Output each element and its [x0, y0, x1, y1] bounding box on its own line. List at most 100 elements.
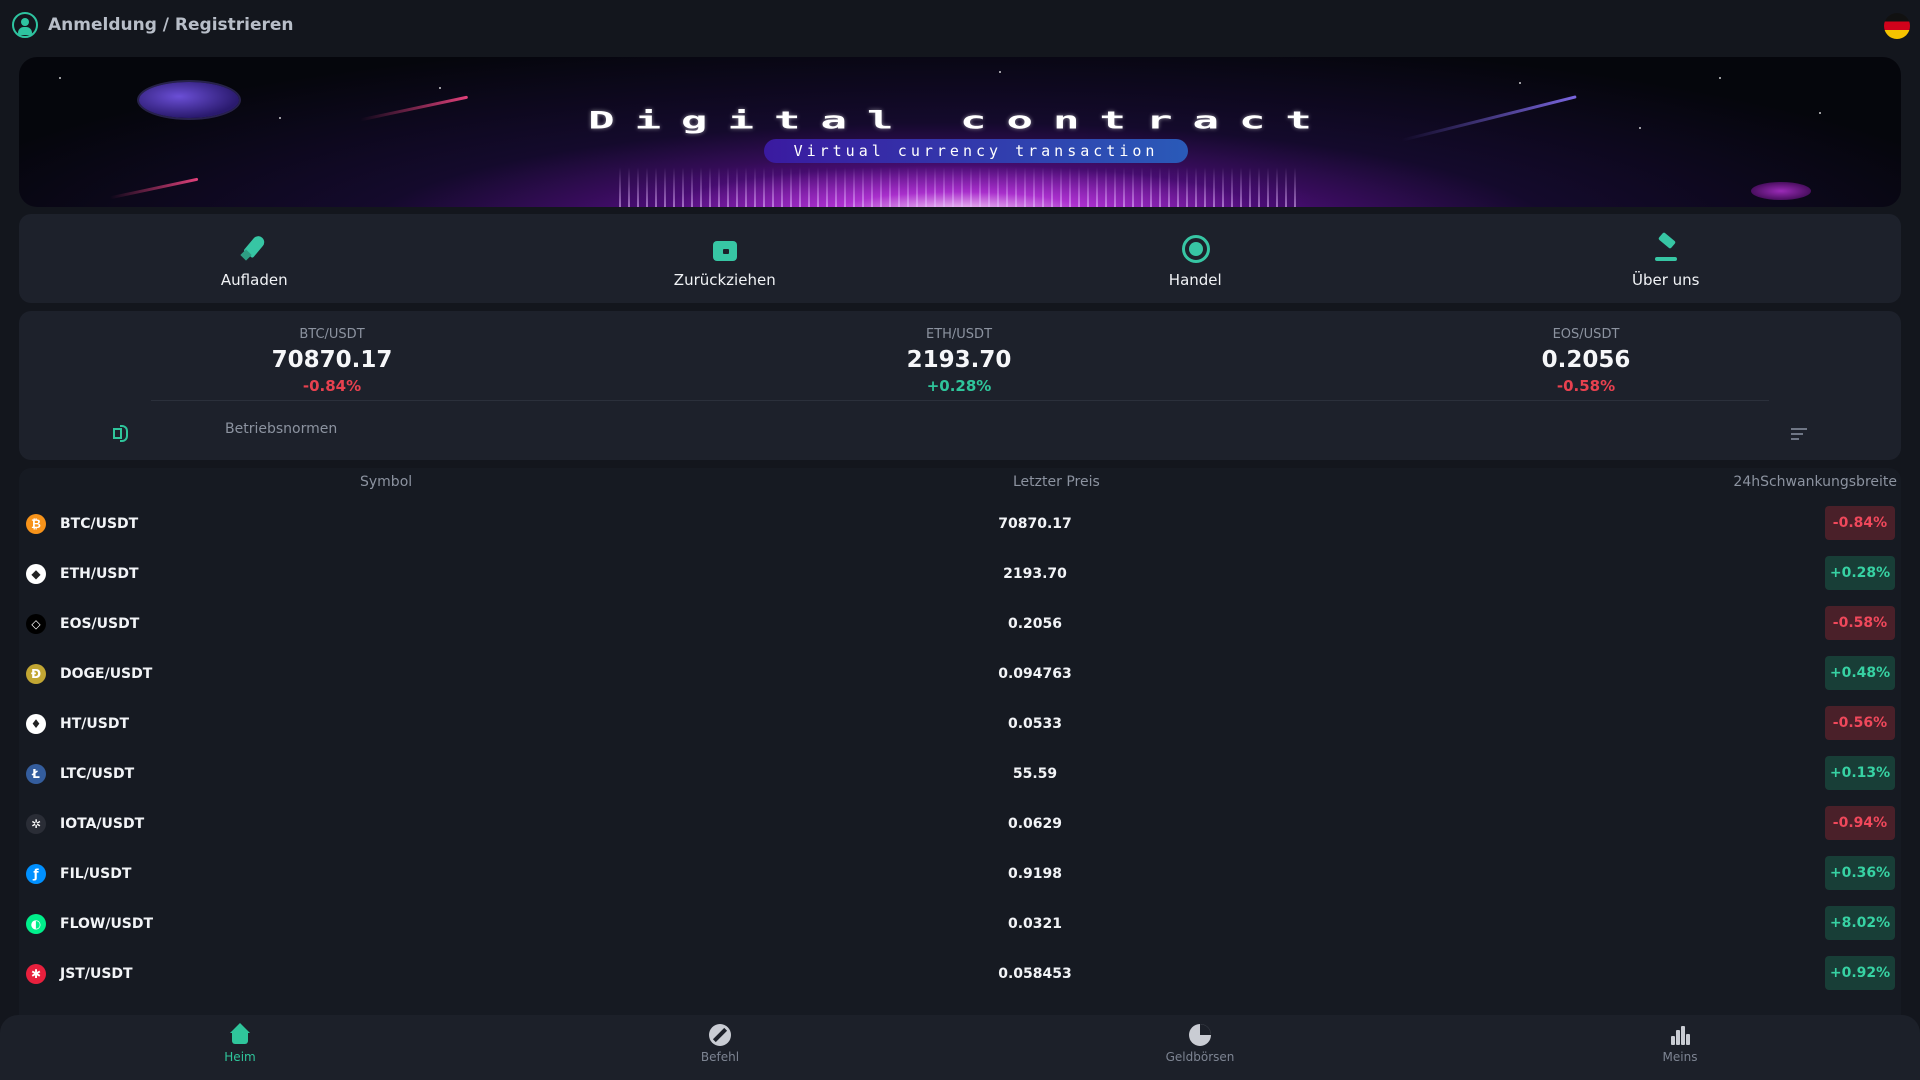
- quick-trade[interactable]: Handel: [960, 214, 1431, 303]
- quick-withdraw-label: Zurückziehen: [673, 270, 776, 289]
- ticker-price: 2193.70: [906, 347, 1012, 373]
- ticker-change: +0.28%: [926, 377, 992, 395]
- row-change-badge: +0.13%: [1825, 756, 1895, 790]
- row-price: 0.9198: [1007, 866, 1063, 882]
- user-avatar-icon[interactable]: [12, 12, 38, 38]
- ticker-item-eos[interactable]: EOS/USDT 0.2056 -0.58%: [1436, 321, 1736, 397]
- row-change-badge: +8.02%: [1825, 906, 1895, 940]
- top-header: Anmeldung / Registrieren: [0, 0, 1920, 50]
- ticker-card: BTC/USDT 70870.17 -0.84% ETH/USDT 2193.7…: [19, 311, 1901, 460]
- row-change-badge: -0.84%: [1825, 506, 1895, 540]
- market-table: Symbol Letzter Preis 24hSchwankungsbreit…: [19, 468, 1901, 1028]
- coin-icon: ₿: [26, 514, 46, 534]
- table-header: Symbol Letzter Preis 24hSchwankungsbreit…: [19, 468, 1901, 498]
- pie-chart-icon: [1188, 1023, 1212, 1047]
- coin-icon: ◇: [26, 614, 46, 634]
- table-row[interactable]: ✲ IOTA/USDT 0.0629 -0.94%: [19, 798, 1901, 848]
- row-price: 0.0629: [1007, 816, 1063, 832]
- row-price: 0.094763: [998, 666, 1072, 682]
- table-row[interactable]: ₿ BTC/USDT 70870.17 -0.84%: [19, 498, 1901, 548]
- column-header-change: 24hSchwankungsbreite: [1733, 474, 1897, 490]
- row-change-badge: -0.94%: [1825, 806, 1895, 840]
- row-change-badge: -0.56%: [1825, 706, 1895, 740]
- coin-icon: ◐: [26, 914, 46, 934]
- table-row[interactable]: ◆ ETH/USDT 2193.70 +0.28%: [19, 548, 1901, 598]
- coin-icon: ✲: [26, 814, 46, 834]
- banner-subtitle-text: Virtual currency transaction: [793, 141, 1159, 160]
- row-symbol: EOS/USDT: [60, 616, 140, 632]
- row-symbol: IOTA/USDT: [60, 816, 145, 832]
- table-row[interactable]: Ð DOGE/USDT 0.094763 +0.48%: [19, 648, 1901, 698]
- quick-deposit-label: Aufladen: [220, 270, 288, 289]
- row-change-badge: +0.48%: [1825, 656, 1895, 690]
- coin-icon: Ł: [26, 764, 46, 784]
- nav-orders[interactable]: Befehl: [650, 1023, 790, 1064]
- row-price: 0.0321: [1007, 916, 1063, 932]
- row-symbol: ETH/USDT: [60, 566, 139, 582]
- table-row[interactable]: ◇ EOS/USDT 0.2056 -0.58%: [19, 598, 1901, 648]
- table-row[interactable]: Ł LTC/USDT 55.59 +0.13%: [19, 748, 1901, 798]
- coin-icon: ✱: [26, 964, 46, 984]
- notice-text[interactable]: Betriebsnormen: [225, 421, 337, 437]
- trade-icon: [1180, 233, 1211, 263]
- table-row[interactable]: ƒ FIL/USDT 0.9198 +0.36%: [19, 848, 1901, 898]
- column-header-price: Letzter Preis: [1013, 474, 1100, 490]
- promo-banner[interactable]: Digital contract Virtual currency transa…: [19, 57, 1901, 207]
- nav-wallet-label: Geldbörsen: [1165, 1050, 1235, 1064]
- nav-mine[interactable]: Meins: [1610, 1023, 1750, 1064]
- quick-about-label: Über uns: [1632, 270, 1700, 289]
- row-price: 0.2056: [1007, 616, 1063, 632]
- ticker-symbol: BTC/USDT: [299, 327, 365, 342]
- coin-icon: Ð: [26, 664, 46, 684]
- rocket-icon: [239, 233, 269, 263]
- home-icon: [228, 1023, 252, 1047]
- row-symbol: FIL/USDT: [60, 866, 132, 882]
- banner-subtitle: Virtual currency transaction: [764, 139, 1188, 163]
- row-price: 70870.17: [998, 516, 1072, 532]
- ticker-change: -0.84%: [302, 377, 362, 395]
- row-change-badge: +0.92%: [1825, 956, 1895, 990]
- german-flag-icon[interactable]: [1884, 13, 1910, 39]
- login-register-link[interactable]: Anmeldung / Registrieren: [48, 15, 294, 35]
- row-symbol: FLOW/USDT: [60, 916, 154, 932]
- quick-about[interactable]: Über uns: [1431, 214, 1902, 303]
- list-menu-icon[interactable]: [1791, 428, 1807, 440]
- row-symbol: LTC/USDT: [60, 766, 135, 782]
- table-row[interactable]: ✱ JST/USDT 0.058453 +0.92%: [19, 948, 1901, 998]
- quick-deposit[interactable]: Aufladen: [19, 214, 490, 303]
- planet-decoration: [1751, 182, 1811, 200]
- row-change-badge: +0.36%: [1825, 856, 1895, 890]
- nav-home[interactable]: Heim: [170, 1023, 310, 1064]
- coin-icon: ƒ: [26, 864, 46, 884]
- ticker-symbol: EOS/USDT: [1552, 327, 1620, 342]
- ticker-item-btc[interactable]: BTC/USDT 70870.17 -0.84%: [182, 321, 482, 397]
- table-row[interactable]: ◐ FLOW/USDT 0.0321 +8.02%: [19, 898, 1901, 948]
- coin-icon: ◆: [26, 564, 46, 584]
- quick-trade-label: Handel: [1168, 270, 1222, 289]
- row-change-badge: +0.28%: [1825, 556, 1895, 590]
- ticker-item-eth[interactable]: ETH/USDT 2193.70 +0.28%: [809, 321, 1109, 397]
- bottom-navigation: Heim Befehl Geldbörsen Meins: [0, 1015, 1920, 1080]
- wallet-icon: [710, 233, 740, 263]
- quick-withdraw[interactable]: Zurückziehen: [490, 214, 961, 303]
- row-price: 0.0533: [1007, 716, 1063, 732]
- ticker-price: 70870.17: [271, 347, 393, 373]
- column-header-symbol: Symbol: [360, 474, 413, 490]
- quick-actions: Aufladen Zurückziehen Handel Über uns: [19, 214, 1901, 303]
- table-row[interactable]: ♦ HT/USDT 0.0533 -0.56%: [19, 698, 1901, 748]
- nav-orders-label: Befehl: [700, 1050, 740, 1064]
- order-icon: [708, 1023, 732, 1047]
- nav-mine-label: Meins: [1662, 1050, 1698, 1064]
- row-price: 55.59: [1012, 766, 1058, 782]
- notice-bar[interactable]: Betriebsnormen: [19, 411, 1901, 451]
- nav-wallet[interactable]: Geldbörsen: [1130, 1023, 1270, 1064]
- bar-chart-icon: [1668, 1023, 1692, 1047]
- nav-home-label: Heim: [224, 1050, 256, 1064]
- row-symbol: HT/USDT: [60, 716, 130, 732]
- ticker-change: -0.58%: [1556, 377, 1616, 395]
- row-price: 0.058453: [998, 966, 1072, 982]
- row-price: 2193.70: [1003, 566, 1067, 582]
- row-change-badge: -0.58%: [1825, 606, 1895, 640]
- row-symbol: BTC/USDT: [60, 516, 139, 532]
- banner-title: Digital contract: [588, 106, 1332, 135]
